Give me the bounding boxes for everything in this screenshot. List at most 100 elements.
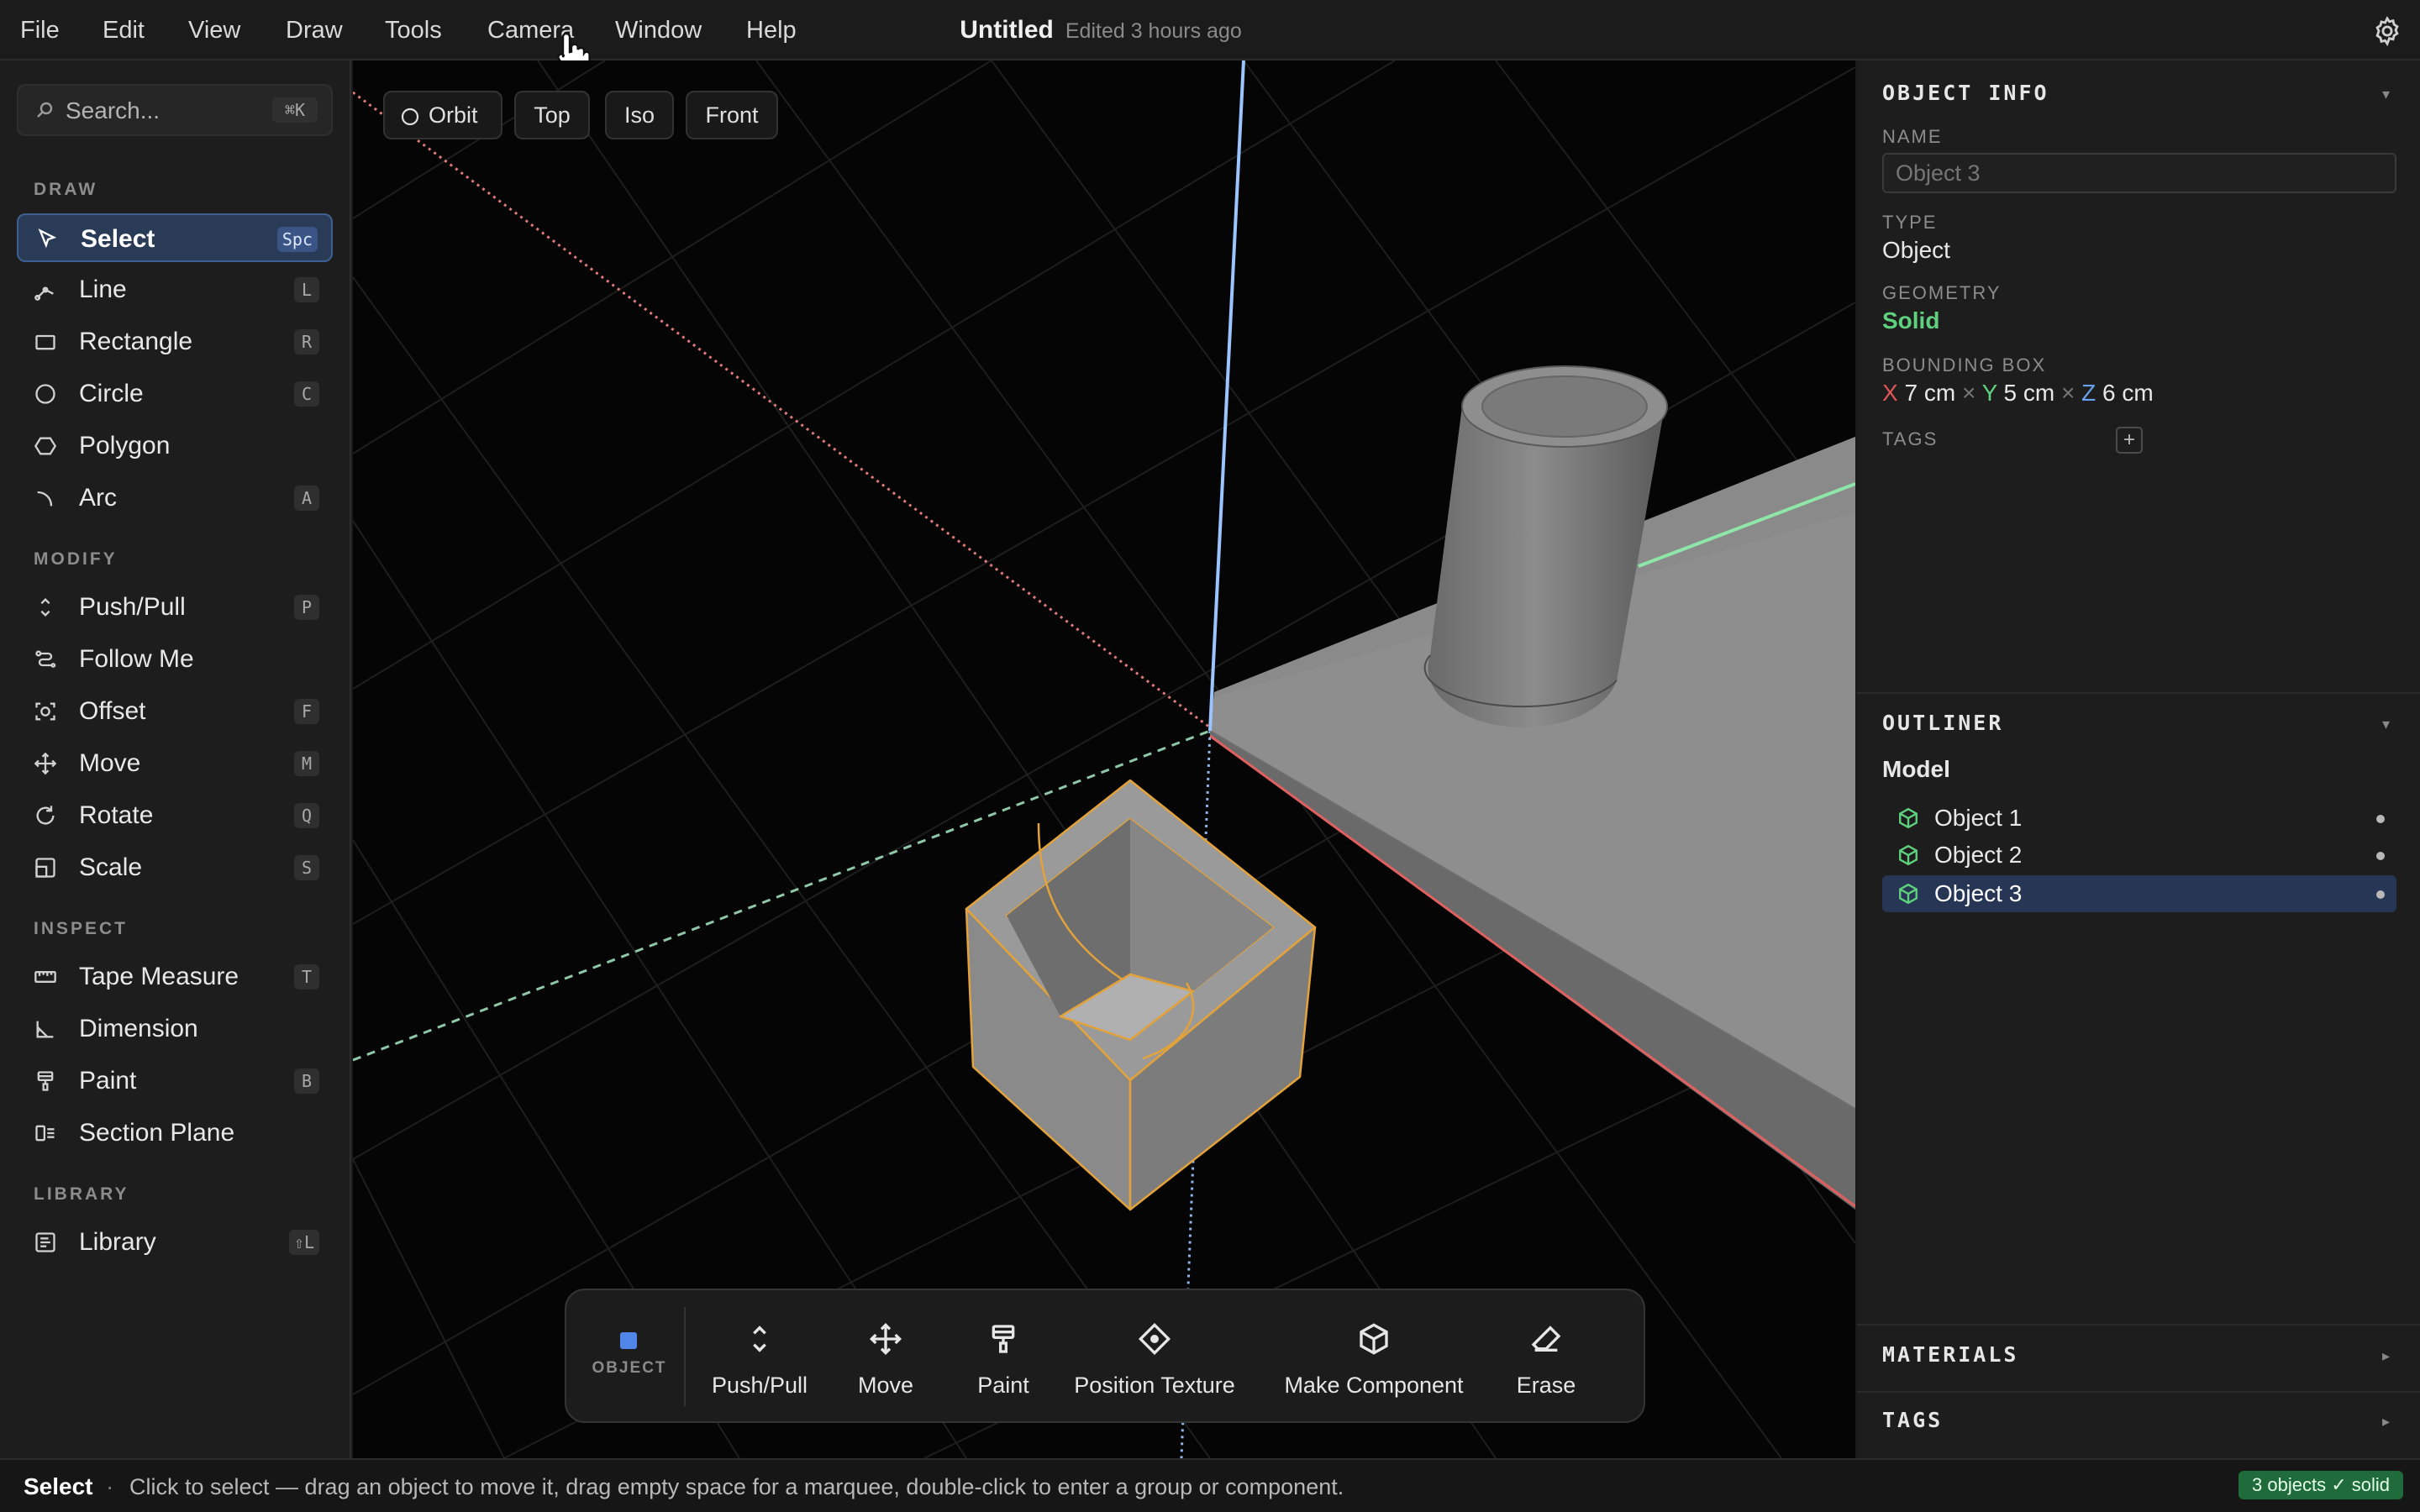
outliner-item-object-2[interactable]: Object 2 [1882, 837, 2396, 874]
shortcut-badge: Spc [276, 227, 318, 252]
search-input[interactable] [64, 94, 274, 128]
bounding-box-value: X 7 cm × Y 5 cm × Z 6 cm [1882, 380, 2154, 407]
tool-library[interactable]: Library ⇧L [17, 1218, 333, 1267]
visibility-dot[interactable] [2376, 815, 2385, 823]
tool-rectangle[interactable]: Rectangle R [17, 318, 333, 366]
collapse-caret-icon[interactable]: ▾ [2382, 716, 2390, 733]
camera-iso-button[interactable]: Iso [605, 91, 674, 139]
tool-label: Dimension [79, 1015, 198, 1042]
shortcut-badge: B [294, 1068, 319, 1094]
tool-arc[interactable]: Arc A [17, 474, 333, 522]
toolbar-move-button[interactable]: Move [844, 1307, 928, 1408]
tool-offset[interactable]: Offset F [17, 687, 333, 736]
scene-canvas[interactable] [353, 60, 1855, 1458]
tool-section-plane[interactable]: Section Plane [17, 1109, 333, 1158]
3d-viewport[interactable]: Orbit Top Iso Front [353, 60, 1855, 1458]
camera-front-button[interactable]: Front [686, 91, 778, 139]
circle-icon [35, 384, 55, 404]
toolbar-button-label: Paint [977, 1373, 1029, 1398]
outliner-item-object-3[interactable]: Object 3 [1882, 875, 2396, 912]
tool-select[interactable]: Select Spc [17, 213, 333, 262]
expand-caret-icon[interactable]: ▸ [2382, 1347, 2390, 1365]
collapse-caret-icon[interactable]: ▾ [2382, 86, 2390, 103]
object-info-heading[interactable]: OBJECT INFO [1882, 81, 2049, 105]
toolbar-make-component-button[interactable]: Make Component [1281, 1307, 1467, 1408]
gear-icon[interactable] [2371, 15, 2403, 47]
status-active-tool: Select [24, 1473, 93, 1499]
bbox-separator: × [1961, 380, 1976, 406]
toolbar-position-texture-button[interactable]: Position Texture [1071, 1307, 1239, 1408]
inspector-panel: OBJECT INFO ▾ NAME TYPE Object GEOMETRY … [1857, 60, 2420, 1458]
tool-label: Move [79, 749, 141, 777]
tool-polygon[interactable]: Polygon [17, 422, 333, 470]
outliner-item-label: Object 3 [1934, 880, 2023, 906]
tags-heading[interactable]: TAGS [1882, 1408, 1943, 1432]
expand-caret-icon[interactable]: ▸ [2382, 1413, 2390, 1431]
bbox-y-axis: Y [1981, 380, 1997, 406]
tool-tape-measure[interactable]: Tape Measure T [17, 953, 333, 1001]
section-label-inspect: INSPECT [34, 919, 129, 938]
tool-label: Circle [79, 380, 144, 407]
status-badge: 3 objects ✓ solid [2238, 1471, 2403, 1499]
section-label-modify: MODIFY [34, 549, 118, 569]
cube-icon [1899, 883, 1918, 905]
mode-indicator: OBJECT [583, 1307, 676, 1408]
paint-icon [992, 1325, 1015, 1353]
tool-label: Select [81, 225, 155, 253]
bbox-z-axis: Z [2081, 380, 2096, 406]
search-shortcut-badge: ⌘K [272, 97, 318, 123]
tool-label: Arc [79, 484, 117, 512]
tool-dimension[interactable]: Dimension [17, 1005, 333, 1053]
bbox-separator: × [2061, 380, 2075, 406]
tool-scale[interactable]: Scale S [17, 843, 333, 892]
search-box[interactable]: ⌘K [17, 84, 333, 136]
tool-label: Line [79, 276, 127, 303]
menu-bar: File Edit View Draw Tools Camera Window … [0, 0, 2420, 76]
visibility-dot[interactable] [2376, 890, 2385, 899]
name-label: NAME [1882, 126, 1943, 147]
outliner-root-model[interactable]: Model [1882, 756, 1950, 783]
orbit-circle-icon [401, 108, 419, 126]
tool-rotate[interactable]: Rotate Q [17, 791, 333, 840]
shortcut-badge: Q [294, 803, 319, 828]
status-bar: Select · Click to select — drag an objec… [0, 1458, 2420, 1512]
tool-push-pull[interactable]: Push/Pull P [17, 583, 333, 632]
tool-follow-me[interactable]: Follow Me [17, 635, 333, 684]
tool-line[interactable]: Line L [17, 265, 333, 314]
tool-paint[interactable]: Paint B [17, 1057, 333, 1105]
camera-orbit-button[interactable]: Orbit [383, 91, 502, 139]
bbox-x-value: 7 cm [1904, 380, 1956, 406]
shortcut-badge: M [294, 751, 319, 776]
object-name-input[interactable] [1882, 153, 2396, 193]
toolbar-erase-button[interactable]: Erase [1504, 1307, 1588, 1408]
panel-divider [1857, 1391, 2420, 1393]
toolbar-button-label: Erase [1516, 1373, 1576, 1398]
tool-label: Follow Me [79, 645, 194, 673]
toolbar-button-label: Move [857, 1373, 914, 1398]
section-plane-icon [35, 1125, 55, 1142]
document-title[interactable]: Untitled [960, 16, 1054, 44]
object-3-selected-box[interactable] [965, 779, 1317, 1211]
tool-move[interactable]: Move M [17, 739, 333, 788]
camera-top-button[interactable]: Top [514, 91, 590, 139]
toolbar-push-pull-button[interactable]: Push/Pull [701, 1307, 818, 1408]
bounding-box-label: BOUNDING BOX [1882, 354, 2047, 375]
materials-heading[interactable]: MATERIALS [1882, 1342, 2018, 1367]
rectangle-icon [35, 334, 55, 350]
outliner-item-object-1[interactable]: Object 1 [1882, 800, 2396, 837]
tool-label: Rotate [79, 801, 154, 829]
position-texture-icon [1138, 1322, 1171, 1356]
shortcut-badge: L [294, 277, 319, 302]
tags-label: TAGS [1882, 428, 1939, 449]
add-tag-button[interactable]: + [2116, 427, 2143, 454]
outliner-heading[interactable]: OUTLINER [1882, 711, 2003, 735]
edited-timestamp: Edited 3 hours ago [1065, 19, 1242, 43]
geometry-value: Solid [1882, 307, 1940, 333]
tool-circle[interactable]: Circle C [17, 370, 333, 418]
cube-icon [1360, 1323, 1388, 1355]
visibility-dot[interactable] [2376, 852, 2385, 860]
toolbar-paint-button[interactable]: Paint [961, 1307, 1045, 1408]
eraser-icon [1531, 1326, 1561, 1352]
bbox-x-axis: X [1882, 380, 1898, 406]
dimension-icon [36, 1021, 54, 1038]
